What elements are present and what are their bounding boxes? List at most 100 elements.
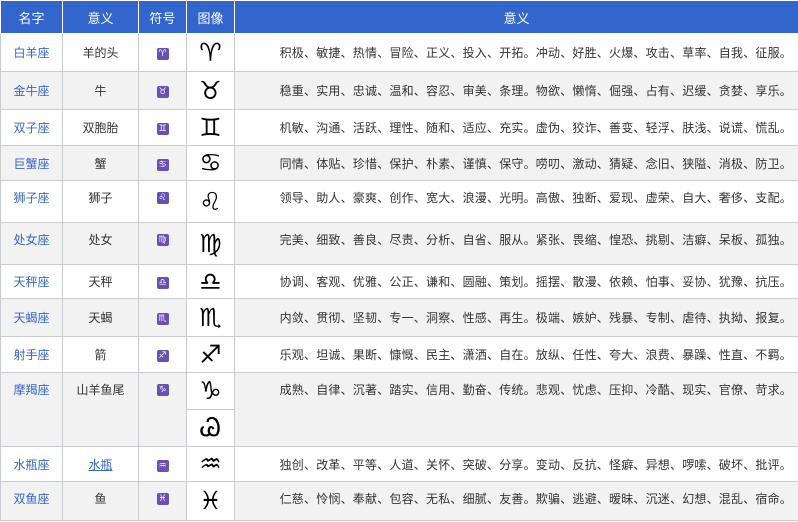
sign-name[interactable]: 双鱼座 xyxy=(0,481,63,521)
table-row-leo: 狮子座 狮子 ♌ ♌ 领导、助人、豪爽、创作、宽大、浪漫、光明。高傲、独断、爱现… xyxy=(0,180,798,223)
table-row-pisces: 双鱼座 鱼 ♓ ♓ 仁慈、怜悯、奉献、包容、无私、细腻、友善。欺骗、逃避、暧昧、… xyxy=(0,481,798,521)
aquarius-glyph-icon: ♒ xyxy=(199,449,222,478)
zodiac-table: 名字 意义 符号 图像 意义 白羊座 羊的头 ♈ ♈ 积极、敏捷、热情、冒险、正… xyxy=(0,0,798,521)
header-name: 名字 xyxy=(0,0,63,34)
header-keywords: 意义 xyxy=(234,0,798,34)
sign-keywords: 积极、敏捷、热情、冒险、正义、投入、开拓。冲动、好胜、火爆、攻击、草率、自我、征… xyxy=(234,33,798,72)
sign-meaning: 双胞胎 xyxy=(62,109,139,146)
capricorn-alt-glyph-icon: Ꮚ xyxy=(199,413,222,442)
sign-keywords: 独创、改革、平等、人道、关怀、突破、分享。变动、反抗、怪癖、异想、啰嗦、破坏、批… xyxy=(234,446,798,482)
sign-keywords: 领导、助人、豪爽、创作、宽大、浪漫、光明。高傲、独断、爱现、虚荣、自大、奢侈、支… xyxy=(234,180,798,223)
sign-meaning: 天蝎 xyxy=(62,298,139,337)
glyph-cell: ♑ xyxy=(186,372,235,410)
glyph-cell: ♓ xyxy=(186,481,235,521)
table-row-cancer: 巨蟹座 蟹 ♋ ♋ 同情、体贴、珍惜、保护、朴素、谨慎、保守。唠叨、激动、猜疑、… xyxy=(0,145,798,181)
sign-keywords: 内敛、贯彻、坚韧、专一、洞察、性感、再生。极端、嫉妒、残暴、专制、虐待、执拗、报… xyxy=(234,298,798,337)
scorpio-glyph-icon: ♏ xyxy=(199,302,222,332)
sign-meaning: 羊的头 xyxy=(62,33,139,72)
table-row-aries: 白羊座 羊的头 ♈ ♈ 积极、敏捷、热情、冒险、正义、投入、开拓。冲动、好胜、火… xyxy=(0,33,798,72)
sign-keywords: 完美、细致、善良、尽责、分析、自省、服从。紧张、畏缩、惶恐、挑剔、洁癖、呆板、孤… xyxy=(234,222,798,265)
aquarius-symbol-icon: ♒ xyxy=(156,459,169,472)
symbol-cell: ♐ xyxy=(138,336,187,373)
table-row-virgo: 处女座 处女 ♍ ♍ 完美、细致、善良、尽责、分析、自省、服从。紧张、畏缩、惶恐… xyxy=(0,222,798,265)
table-row-sagittarius: 射手座 箭 ♐ ♐ 乐观、坦诚、果断、慷慨、民主、潇洒、自在。放纵、任性、夸大、… xyxy=(0,336,798,373)
header-meaning: 意义 xyxy=(62,0,139,34)
sign-name[interactable]: 金牛座 xyxy=(0,71,63,110)
sign-name[interactable]: 射手座 xyxy=(0,336,63,373)
table-row-libra: 天秤座 天秤 ♎ ♎ 协调、客观、优雅、公正、谦和、圆融、策划。摇摆、散漫、依赖… xyxy=(0,264,798,299)
capricorn-symbol-icon: ♑ xyxy=(156,384,169,396)
sign-meaning: 处女 xyxy=(62,222,139,265)
pisces-symbol-icon: ♓ xyxy=(156,493,169,505)
aquarius-meaning-link[interactable]: 水瓶 xyxy=(88,458,112,472)
cancer-glyph-icon: ♋ xyxy=(199,148,222,177)
virgo-symbol-icon: ♍ xyxy=(156,234,169,246)
sign-keywords: 稳重、实用、忠诚、温和、容忍、审美、条理。物欲、懒惰、倔强、占有、迟缓、贪婪、享… xyxy=(234,71,798,110)
sign-keywords: 同情、体贴、珍惜、保护、朴素、谨慎、保守。唠叨、激动、猜疑、念旧、狭隘、消极、防… xyxy=(234,145,798,181)
sign-name[interactable]: 双子座 xyxy=(0,109,63,146)
symbol-cell: ♒ xyxy=(138,446,187,482)
sign-keywords: 乐观、坦诚、果断、慷慨、民主、潇洒、自在。放纵、任性、夸大、浪费、暴躁、性直、不… xyxy=(234,336,798,373)
symbol-cell: ♊ xyxy=(138,109,187,146)
sign-keywords: 机敏、沟通、活跃、理性、随和、适应、充实。虚伪、狡诈、善变、轻浮、肤浅、说谎、慌… xyxy=(234,109,798,146)
table-row-taurus: 金牛座 牛 ♉ ♉ 稳重、实用、忠诚、温和、容忍、审美、条理。物欲、懒惰、倔强、… xyxy=(0,71,798,110)
sign-meaning: 箭 xyxy=(62,336,139,373)
leo-glyph-icon: ♌ xyxy=(199,186,222,216)
capricorn-glyph-icon: ♑ xyxy=(199,376,222,405)
glyph-cell: ♊ xyxy=(186,109,235,146)
sign-name[interactable]: 水瓶座 xyxy=(0,446,63,482)
glyph-cell: ♏ xyxy=(186,298,235,337)
glyph-cell: ♒ xyxy=(186,446,235,482)
sign-name[interactable]: 处女座 xyxy=(0,222,63,265)
table-row-capricorn: 摩羯座 山羊鱼尾 ♑ ♑ 成熟、自律、沉著、踏实、信用、勤奋、传统。悲观、忧虑、… xyxy=(0,372,798,447)
symbol-cell: ♏ xyxy=(138,298,187,337)
symbol-cell: ♎ xyxy=(138,264,187,299)
sagittarius-symbol-icon: ♐ xyxy=(156,350,169,362)
sign-keywords: 成熟、自律、沉著、踏实、信用、勤奋、传统。悲观、忧虑、压抑、冷酷、现实、官僚、苛… xyxy=(234,372,798,447)
header-image: 图像 xyxy=(186,0,235,34)
symbol-cell: ♍ xyxy=(138,222,187,265)
glyph-cell: ♌ xyxy=(186,180,235,223)
taurus-symbol-icon: ♉ xyxy=(156,86,169,98)
symbol-cell: ♓ xyxy=(138,481,187,521)
pisces-glyph-icon: ♓ xyxy=(199,486,222,515)
header-symbol: 符号 xyxy=(138,0,187,34)
sign-meaning-cell: 水瓶 xyxy=(62,446,139,482)
virgo-glyph-icon: ♍ xyxy=(199,228,222,258)
gemini-symbol-icon: ♊ xyxy=(156,123,169,135)
leo-symbol-icon: ♌ xyxy=(156,192,169,204)
glyph-cell: Ꮚ xyxy=(186,409,235,447)
table-row-aquarius: 水瓶座 水瓶 ♒ ♒ 独创、改革、平等、人道、关怀、突破、分享。变动、反抗、怪癖… xyxy=(0,446,798,482)
sign-meaning: 鱼 xyxy=(62,481,139,521)
sign-name[interactable]: 摩羯座 xyxy=(0,372,63,447)
aries-symbol-icon: ♈ xyxy=(156,48,169,60)
sign-meaning: 狮子 xyxy=(62,180,139,223)
glyph-cell: ♈ xyxy=(186,33,235,72)
sign-name[interactable]: 天蝎座 xyxy=(0,298,63,337)
sign-name[interactable]: 天秤座 xyxy=(0,264,63,299)
sign-meaning: 牛 xyxy=(62,71,139,110)
sign-meaning: 山羊鱼尾 xyxy=(62,372,139,447)
sign-meaning: 天秤 xyxy=(62,264,139,299)
glyph-cell: ♉ xyxy=(186,71,235,110)
sign-keywords: 协调、客观、优雅、公正、谦和、圆融、策划。摇摆、散漫、依赖、怕事、妥协、犹豫、抗… xyxy=(234,264,798,299)
cancer-symbol-icon: ♋ xyxy=(156,158,169,171)
libra-glyph-icon: ♎ xyxy=(199,266,222,296)
symbol-cell: ♑ xyxy=(138,372,187,447)
glyph-cell: ♐ xyxy=(186,336,235,373)
table-row-gemini: 双子座 双胞胎 ♊ ♊ 机敏、沟通、活跃、理性、随和、适应、充实。虚伪、狡诈、善… xyxy=(0,109,798,146)
sagittarius-glyph-icon: ♐ xyxy=(199,339,222,369)
sign-name[interactable]: 狮子座 xyxy=(0,180,63,223)
glyph-cell: ♋ xyxy=(186,145,235,181)
libra-symbol-icon: ♎ xyxy=(156,277,169,289)
table-row-scorpio: 天蝎座 天蝎 ♏ ♏ 内敛、贯彻、坚韧、专一、洞察、性感、再生。极端、嫉妒、残暴… xyxy=(0,298,798,337)
scorpio-symbol-icon: ♏ xyxy=(156,313,169,325)
symbol-cell: ♋ xyxy=(138,145,187,181)
sign-meaning: 蟹 xyxy=(62,145,139,181)
symbol-cell: ♉ xyxy=(138,71,187,110)
sign-name[interactable]: 白羊座 xyxy=(0,33,63,72)
symbol-cell: ♌ xyxy=(138,180,187,223)
sign-name[interactable]: 巨蟹座 xyxy=(0,145,63,181)
glyph-cell: ♎ xyxy=(186,264,235,299)
symbol-cell: ♈ xyxy=(138,33,187,72)
